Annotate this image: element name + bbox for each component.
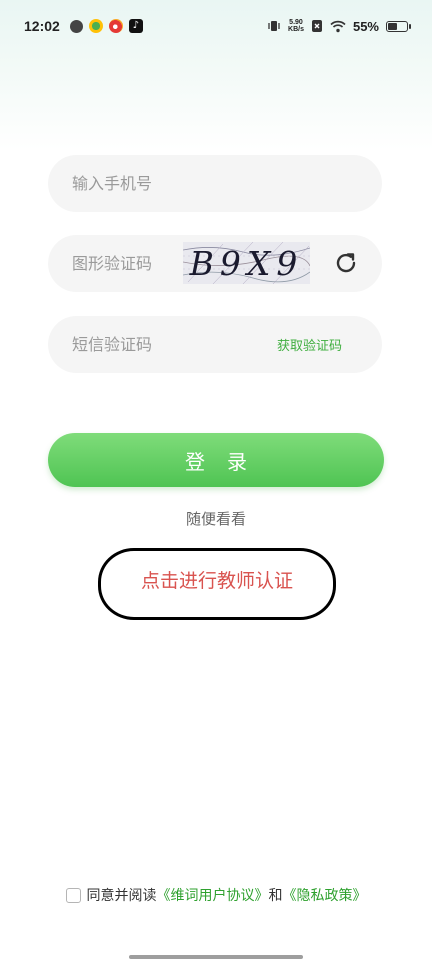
agree-checkbox[interactable] bbox=[65, 887, 81, 903]
battery-icon bbox=[386, 20, 411, 32]
status-bar: 12:02 ♪ 5.90 KB/s 55% bbox=[0, 0, 432, 52]
sms-field[interactable]: 获取验证码 bbox=[48, 316, 382, 373]
home-indicator[interactable] bbox=[129, 955, 303, 959]
agreement-row: 同意并阅读 《维词用户协议》 和 《隐私政策》 bbox=[0, 885, 432, 905]
agreement-and: 和 bbox=[268, 888, 283, 904]
captcha-input[interactable] bbox=[72, 254, 172, 273]
phone-field[interactable] bbox=[48, 155, 382, 212]
app-notification-icon bbox=[88, 19, 103, 33]
sms-input[interactable] bbox=[72, 335, 242, 354]
network-speed: 5.90 KB/s bbox=[288, 19, 304, 33]
captcha-text: B9X9 bbox=[189, 243, 304, 283]
battery-level bbox=[388, 22, 397, 30]
teacher-auth-link[interactable]: 点击进行教师认证 bbox=[141, 566, 293, 593]
vibrate-icon bbox=[268, 21, 280, 31]
privacy-policy-link[interactable]: 《隐私政策》 bbox=[283, 885, 367, 905]
login-button[interactable]: 登录 bbox=[48, 433, 384, 487]
battery-percent: 55% bbox=[352, 18, 379, 34]
user-agreement-link[interactable]: 《维词用户协议》 bbox=[157, 885, 269, 905]
captcha-image[interactable]: B9X9 bbox=[183, 242, 310, 284]
wifi-icon bbox=[330, 20, 346, 32]
refresh-icon[interactable] bbox=[332, 249, 360, 277]
teacher-auth-highlight: 点击进行教师认证 bbox=[98, 548, 336, 620]
weibo-icon bbox=[108, 19, 123, 33]
captcha-field[interactable]: B9X9 bbox=[48, 235, 382, 292]
tiktok-icon: ♪ bbox=[128, 19, 143, 33]
phone-input[interactable] bbox=[72, 174, 242, 193]
status-right: 5.90 KB/s 55% bbox=[267, 18, 411, 34]
sim-x-icon bbox=[311, 20, 322, 32]
status-time: 12:02 bbox=[24, 18, 60, 34]
browse-link[interactable]: 随便看看 bbox=[0, 508, 432, 529]
status-left: 12:02 ♪ bbox=[24, 18, 143, 34]
check-circle-icon bbox=[69, 19, 83, 33]
agreement-prefix: 同意并阅读 bbox=[86, 888, 157, 904]
get-code-button[interactable]: 获取验证码 bbox=[277, 335, 342, 354]
